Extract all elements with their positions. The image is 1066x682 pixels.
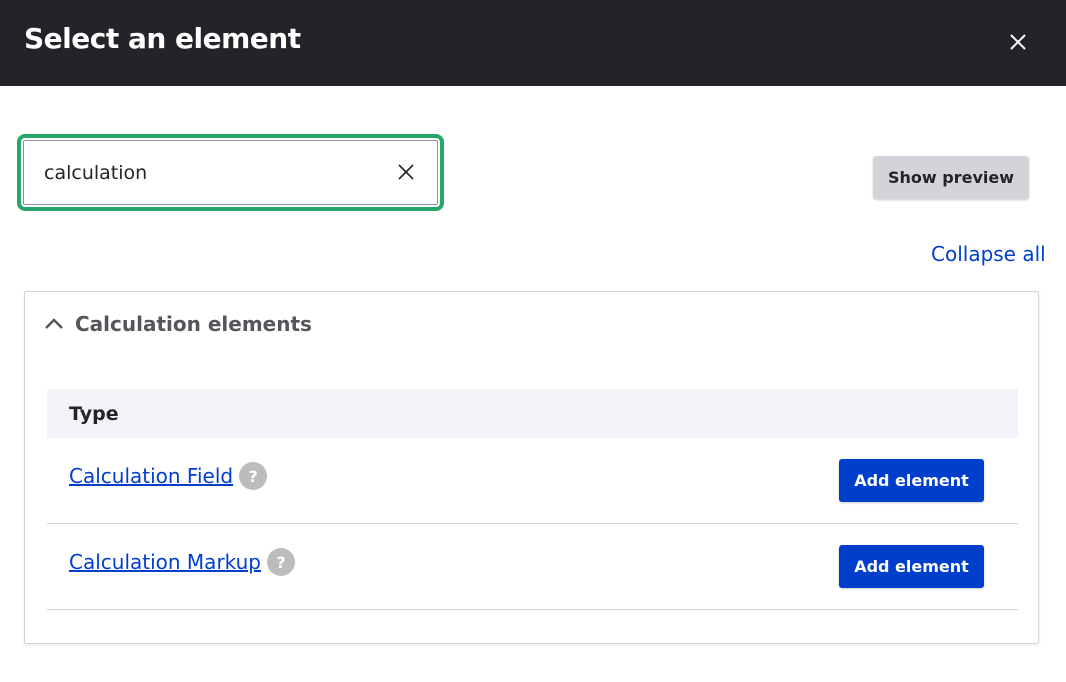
help-icon[interactable]: ? (267, 548, 296, 576)
dialog-header: Select an element (0, 0, 1066, 86)
search-field (23, 140, 438, 205)
group-toggle[interactable]: Calculation elements (43, 312, 312, 336)
close-icon (1010, 34, 1026, 50)
table-row: Calculation Markup ? Add element (47, 524, 1018, 610)
dialog-title: Select an element (24, 22, 301, 55)
table-header-type: Type (47, 389, 1018, 438)
element-name-cell: Calculation Markup ? (69, 548, 296, 576)
add-element-button[interactable]: Add element (839, 459, 984, 502)
chevron-up-icon (45, 318, 63, 329)
clear-icon (398, 164, 414, 180)
table-row: Calculation Field ? Add element (47, 438, 1018, 524)
search-focus-ring (17, 134, 444, 211)
collapse-all-link[interactable]: Collapse all (931, 242, 1046, 266)
add-element-button[interactable]: Add element (839, 545, 984, 588)
clear-search-button[interactable] (395, 161, 417, 183)
show-preview-button[interactable]: Show preview (873, 156, 1029, 199)
group-label: Calculation elements (75, 312, 312, 336)
help-icon[interactable]: ? (239, 462, 268, 490)
close-button[interactable] (1004, 28, 1032, 56)
element-link[interactable]: Calculation Markup (69, 550, 261, 574)
element-name-cell: Calculation Field ? (69, 462, 268, 490)
element-link[interactable]: Calculation Field (69, 464, 233, 488)
search-input[interactable] (24, 141, 437, 204)
elements-table: Type Calculation Field ? Add element Cal… (47, 389, 1018, 610)
calculation-elements-panel: Calculation elements Type Calculation Fi… (24, 291, 1039, 644)
